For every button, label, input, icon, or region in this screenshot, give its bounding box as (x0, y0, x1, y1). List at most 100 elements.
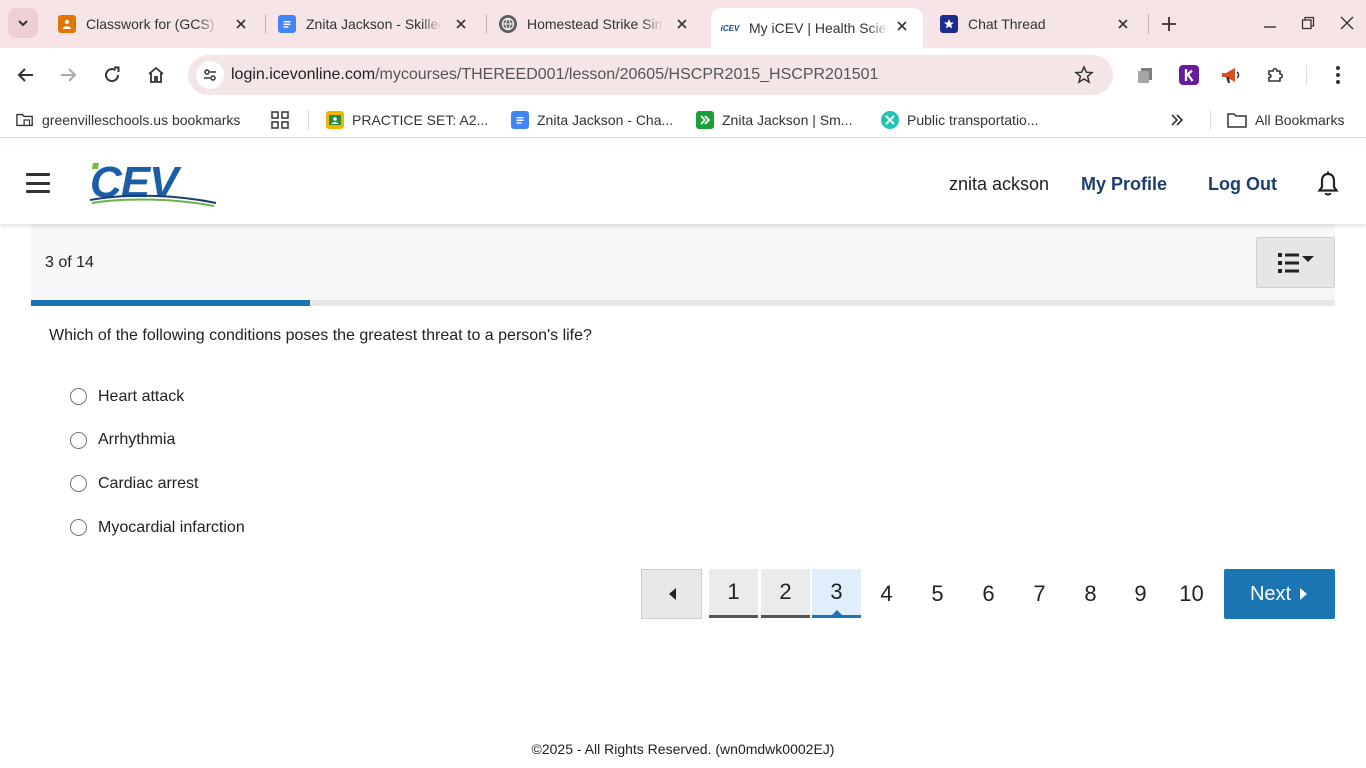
answer-option-1[interactable]: Heart attack (70, 375, 245, 419)
icev-logo[interactable]: CEV (88, 158, 220, 209)
tab-icev[interactable]: iCEV My iCEV | Health Science (711, 8, 923, 48)
question-list-toggle[interactable] (1256, 237, 1335, 288)
my-profile-link[interactable]: My Profile (1081, 174, 1167, 195)
reload-button[interactable] (96, 59, 128, 91)
close-window-button[interactable] (1332, 8, 1362, 38)
lesson-bar: 3 of 14 (31, 224, 1335, 300)
extensions-button[interactable] (1263, 63, 1287, 87)
extension-megaphone[interactable] (1219, 63, 1243, 87)
question-counter: 3 of 14 (45, 254, 94, 271)
minimize-icon (1264, 26, 1276, 28)
tab-title: Znita Jackson - Skilled (306, 16, 442, 32)
radio-button[interactable] (70, 519, 87, 537)
close-icon[interactable] (1114, 15, 1132, 33)
arrow-left-icon (17, 68, 33, 82)
lesson-progress-fill (31, 300, 311, 306)
browser-menu-button[interactable] (1326, 63, 1350, 87)
perplexity-icon (881, 111, 899, 129)
radio-button[interactable] (70, 431, 87, 449)
reload-icon (105, 66, 120, 83)
page-button-5[interactable]: 5 (913, 569, 962, 618)
page-button-4[interactable]: 4 (862, 569, 911, 618)
tune-icon (204, 69, 216, 81)
arrow-right-icon (61, 68, 77, 82)
address-bar[interactable]: login.icevonline.com/mycourses/THEREED00… (188, 55, 1113, 95)
apps-button[interactable] (271, 108, 297, 132)
new-tab-button[interactable] (1156, 11, 1182, 37)
site-info-button[interactable] (196, 61, 224, 89)
tab-classwork[interactable]: Classwork for (GCS) ... (50, 6, 262, 42)
extension-copies[interactable] (1133, 63, 1157, 87)
radio-button[interactable] (70, 388, 87, 406)
close-icon[interactable] (673, 15, 691, 33)
answer-options: Heart attack Arrhythmia Cardiac arrest M… (70, 375, 245, 549)
star-badge-icon (940, 15, 958, 33)
folder-icon (1227, 111, 1247, 129)
forward-button[interactable] (52, 59, 84, 91)
copyright-text: ©2025 - All Rights Reserved. (531, 741, 712, 757)
list-dropdown-icon (1277, 252, 1314, 273)
bookmark-znita-doc[interactable]: Znita Jackson - Cha... (511, 108, 673, 132)
previous-button[interactable] (641, 569, 702, 619)
documents-icon (1138, 68, 1152, 83)
answer-option-4[interactable]: Myocardial infarction (70, 506, 245, 550)
bookmark-label: All Bookmarks (1255, 112, 1345, 128)
classroom-icon (326, 111, 344, 129)
tab-title: My iCEV | Health Science (749, 20, 889, 36)
caret-right-icon (1300, 588, 1308, 600)
bookmark-smartsheet[interactable]: Znita Jackson | Sm... (696, 108, 852, 132)
extension-k[interactable] (1177, 63, 1201, 87)
tab-chat-thread[interactable]: Chat Thread (932, 6, 1144, 42)
tab-znita-doc[interactable]: Znita Jackson - Skilled (270, 6, 482, 42)
tab-homestead[interactable]: Homestead Strike Simulation (491, 6, 703, 42)
page-button-6[interactable]: 6 (964, 569, 1013, 618)
bookmarks-bar: greenvilleschools.us bookmarks PRACTICE … (0, 102, 1366, 138)
page-button-3[interactable]: 3 (812, 569, 861, 618)
answer-option-3[interactable]: Cardiac arrest (70, 462, 245, 506)
bookmark-star-button[interactable] (1073, 64, 1095, 86)
page-button-7[interactable]: 7 (1015, 569, 1064, 618)
logout-link[interactable]: Log Out (1208, 174, 1277, 195)
bell-icon[interactable] (1316, 171, 1340, 197)
home-icon (148, 66, 164, 83)
next-button[interactable]: Next (1224, 569, 1335, 619)
more-bookmarks-button[interactable] (1169, 108, 1185, 132)
tab-title: Chat Thread (968, 16, 1046, 32)
close-icon[interactable] (893, 17, 911, 35)
back-button[interactable] (10, 59, 42, 91)
page-button-10[interactable]: 10 (1167, 569, 1216, 618)
k-letter-icon (1179, 65, 1199, 85)
bookmark-label: Znita Jackson - Cha... (537, 112, 674, 128)
icev-icon: iCEV (721, 19, 739, 37)
bookmark-public-transport[interactable]: Public transportatio... (881, 108, 1039, 132)
all-bookmarks-button[interactable]: All Bookmarks (1227, 108, 1344, 132)
bookmark-label: Public transportatio... (907, 112, 1039, 128)
restore-icon (1301, 16, 1315, 30)
hamburger-menu-icon[interactable] (26, 173, 50, 193)
bookmark-practice-set[interactable]: PRACTICE SET: A2... (326, 108, 488, 132)
restore-button[interactable] (1293, 8, 1323, 38)
close-icon[interactable] (232, 15, 250, 33)
user-name: znita ackson (949, 174, 1050, 194)
puzzle-icon (1268, 67, 1284, 82)
answer-option-2[interactable]: Arrhythmia (70, 419, 245, 463)
answer-label: Arrhythmia (98, 431, 176, 449)
minimize-button[interactable] (1255, 8, 1285, 38)
lesson-progress-bar (31, 300, 1335, 306)
page-button-8[interactable]: 8 (1066, 569, 1115, 618)
docs-icon (511, 111, 529, 129)
app-header: CEV znita ackson My Profile Log Out (0, 145, 1366, 224)
apps-grid-icon (271, 111, 289, 129)
page-button-2[interactable]: 2 (761, 569, 810, 618)
globe-icon (499, 15, 517, 33)
radio-button[interactable] (70, 475, 87, 493)
tab-title: Classwork for (GCS) ... (86, 16, 218, 32)
tab-search-button[interactable] (8, 8, 38, 38)
page-button-9[interactable]: 9 (1116, 569, 1165, 618)
docs-icon (278, 15, 296, 33)
bookmark-label: greenvilleschools.us bookmarks (42, 112, 241, 128)
home-button[interactable] (140, 59, 172, 91)
close-icon[interactable] (452, 15, 470, 33)
bookmark-managed-folder[interactable]: greenvilleschools.us bookmarks (16, 108, 240, 132)
page-button-1[interactable]: 1 (709, 569, 758, 618)
